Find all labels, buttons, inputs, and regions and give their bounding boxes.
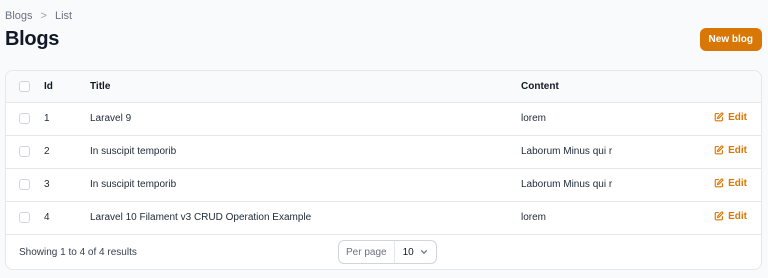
cell-title: In suscipit temporib bbox=[90, 179, 177, 190]
row-checkbox[interactable] bbox=[19, 211, 30, 223]
column-header-title[interactable]: Title bbox=[90, 71, 521, 102]
per-page-control: Per page 10 bbox=[338, 240, 437, 264]
cell-content: Laborum Minus qui r bbox=[521, 146, 613, 157]
table-card: Id Title Content 1 Laravel 9 lorem Edit bbox=[5, 70, 762, 270]
cell-content: Laborum Minus qui r bbox=[521, 179, 613, 190]
edit-icon bbox=[714, 145, 724, 155]
cell-title: Laravel 9 bbox=[90, 113, 132, 124]
edit-link[interactable]: Edit bbox=[714, 211, 747, 222]
row-checkbox[interactable] bbox=[19, 112, 30, 124]
cell-id: 3 bbox=[44, 179, 50, 190]
edit-link[interactable]: Edit bbox=[714, 178, 747, 189]
page-title: Blogs bbox=[5, 28, 60, 50]
table-header-row: Id Title Content bbox=[6, 71, 761, 102]
breadcrumb-item-list: List bbox=[54, 10, 73, 22]
chevron-right-icon: > bbox=[40, 10, 47, 22]
column-header-id[interactable]: Id bbox=[44, 71, 90, 102]
column-header-content[interactable]: Content bbox=[521, 71, 701, 102]
select-all-checkbox[interactable] bbox=[19, 80, 30, 92]
edit-icon bbox=[714, 178, 724, 188]
cell-id: 4 bbox=[44, 212, 50, 223]
per-page-select[interactable]: 10 bbox=[395, 241, 436, 263]
edit-link[interactable]: Edit bbox=[714, 112, 747, 123]
cell-content: lorem bbox=[521, 113, 547, 124]
table-row[interactable]: 1 Laravel 9 lorem Edit bbox=[6, 102, 761, 135]
per-page-value: 10 bbox=[402, 246, 414, 258]
chevron-down-icon bbox=[420, 250, 427, 254]
page: Blogs > List Blogs New blog Id Title Con… bbox=[0, 0, 768, 278]
breadcrumb: Blogs > List bbox=[5, 10, 72, 22]
cell-content: lorem bbox=[521, 212, 547, 223]
cell-title: Laravel 10 Filament v3 CRUD Operation Ex… bbox=[90, 212, 312, 223]
blogs-table: Id Title Content 1 Laravel 9 lorem Edit bbox=[6, 71, 761, 235]
breadcrumb-item-blogs[interactable]: Blogs bbox=[5, 10, 33, 22]
row-checkbox[interactable] bbox=[19, 145, 30, 157]
table-row[interactable]: 3 In suscipit temporib Laborum Minus qui… bbox=[6, 168, 761, 201]
cell-id: 2 bbox=[44, 146, 50, 157]
table-row[interactable]: 4 Laravel 10 Filament v3 CRUD Operation … bbox=[6, 201, 761, 234]
row-checkbox[interactable] bbox=[19, 178, 30, 190]
edit-icon bbox=[714, 112, 724, 122]
per-page-label: Per page bbox=[339, 241, 395, 263]
table-row[interactable]: 2 In suscipit temporib Laborum Minus qui… bbox=[6, 135, 761, 168]
results-summary: Showing 1 to 4 of 4 results bbox=[19, 247, 137, 258]
new-blog-button[interactable]: New blog bbox=[699, 28, 762, 51]
table-footer: Showing 1 to 4 of 4 results Per page 10 bbox=[6, 235, 761, 269]
edit-link[interactable]: Edit bbox=[714, 145, 747, 156]
cell-id: 1 bbox=[44, 113, 50, 124]
cell-title: In suscipit temporib bbox=[90, 146, 177, 157]
edit-icon bbox=[714, 211, 724, 221]
